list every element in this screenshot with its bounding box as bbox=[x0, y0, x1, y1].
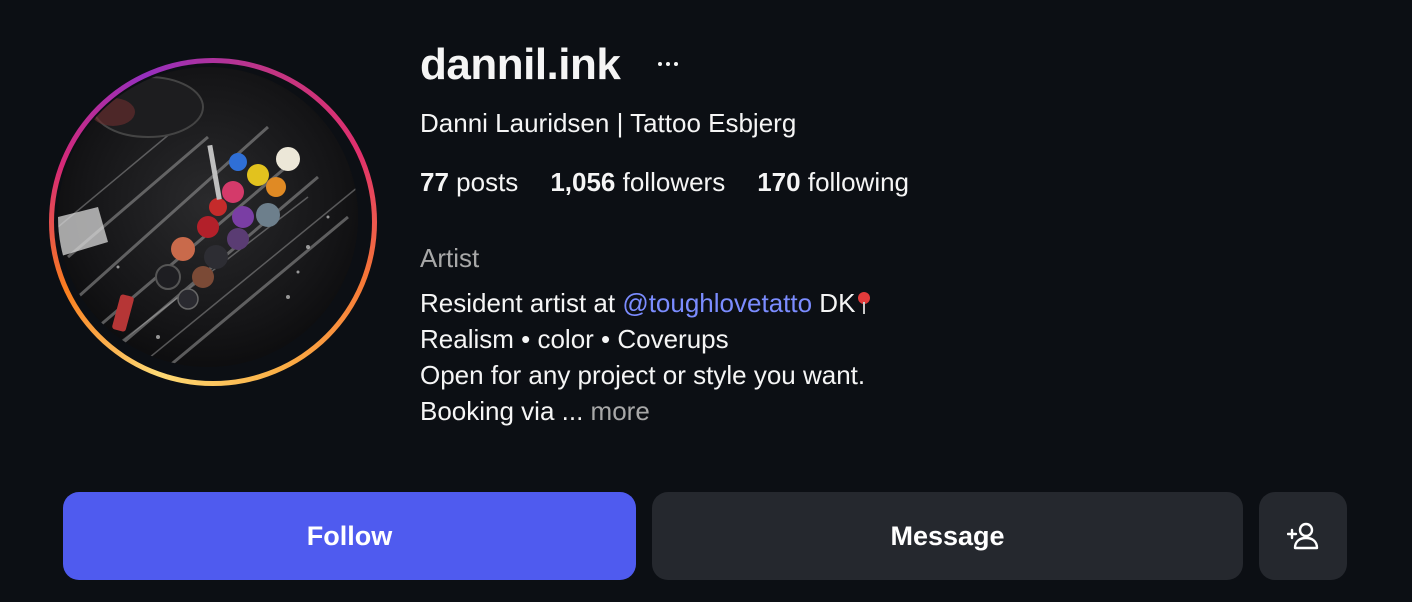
following-count: 170 bbox=[757, 167, 801, 197]
bio-line: Booking via ... more bbox=[420, 393, 871, 429]
bio: Resident artist at @toughlovetatto DK Re… bbox=[420, 285, 871, 429]
profile-category: Artist bbox=[420, 243, 480, 273]
bio-line: Open for any project or style you want. bbox=[420, 360, 866, 390]
person-add-icon bbox=[1287, 522, 1319, 550]
profile-header: dannil.ink Danni Lauridsen | Tattoo Esbj… bbox=[0, 0, 1412, 602]
dot bbox=[674, 62, 678, 66]
dot bbox=[666, 62, 670, 66]
posts-stat[interactable]: 77 posts bbox=[420, 167, 518, 197]
followers-count: 1,056 bbox=[550, 167, 616, 197]
message-button[interactable]: Message bbox=[652, 492, 1243, 580]
pin-needle bbox=[863, 302, 866, 314]
story-ring[interactable] bbox=[49, 58, 377, 386]
bio-text: Booking via ... bbox=[420, 396, 591, 426]
suggested-accounts-button[interactable] bbox=[1259, 492, 1347, 580]
bio-line: Realism • color • Coverups bbox=[420, 324, 729, 354]
bio-more-link[interactable]: more bbox=[591, 396, 650, 426]
posts-count: 77 bbox=[420, 167, 449, 197]
more-horizontal-icon[interactable] bbox=[652, 50, 684, 78]
follow-button[interactable]: Follow bbox=[63, 492, 636, 580]
followers-stat[interactable]: 1,056 followers bbox=[550, 167, 725, 197]
following-stat[interactable]: 170 following bbox=[757, 167, 909, 197]
profile-stats: 77 posts 1,056 followers 170 following bbox=[420, 167, 909, 197]
bio-text: Resident artist at bbox=[420, 288, 623, 318]
round-pushpin-icon bbox=[857, 292, 871, 314]
avatar-image bbox=[58, 67, 358, 367]
avatar[interactable] bbox=[58, 67, 358, 367]
username: dannil.ink bbox=[420, 40, 621, 89]
full-name: Danni Lauridsen | Tattoo Esbjerg bbox=[420, 108, 797, 138]
bio-text: DK bbox=[812, 288, 856, 318]
following-label: following bbox=[807, 167, 910, 197]
bio-line: Resident artist at @toughlovetatto DK bbox=[420, 285, 871, 321]
posts-label: posts bbox=[456, 167, 519, 197]
dot bbox=[658, 62, 662, 66]
followers-label: followers bbox=[622, 167, 726, 197]
mention-link[interactable]: @toughlovetatto bbox=[622, 288, 812, 318]
